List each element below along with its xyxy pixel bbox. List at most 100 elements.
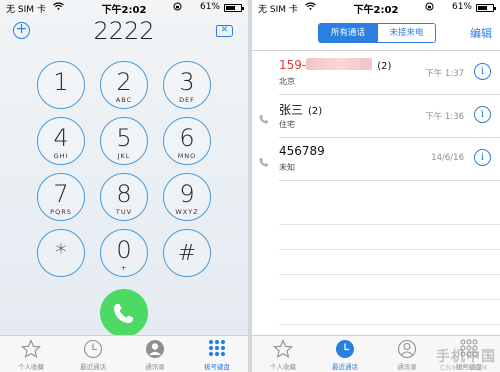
empty-row-line	[279, 324, 500, 325]
tab-bar: 个人收藏 最近通话 通讯录 拨号键盘	[0, 335, 248, 372]
call-name: 张三 (2)	[279, 101, 322, 118]
tab-label: 最近通话	[332, 363, 358, 371]
key-2[interactable]: 2 ABC	[100, 61, 148, 109]
status-bar: 无 SIM 卡 下午2:02 61%	[0, 0, 248, 16]
nav-divider	[252, 50, 500, 51]
outgoing-call-icon	[259, 114, 270, 125]
battery-icon	[224, 4, 244, 12]
call-row[interactable]: 159- (2) 北京 下午 1:37 i	[252, 52, 500, 95]
info-button[interactable]: i	[474, 149, 491, 166]
clock-icon	[83, 339, 103, 359]
call-label: 未知	[279, 163, 295, 172]
dialer-screen: 无 SIM 卡 下午2:02 61% + 2222 ✕ 1 2 ABC 3 DEF …	[0, 0, 248, 372]
key-digit: 1	[53, 68, 69, 96]
delete-digit-button[interactable]: ✕	[216, 25, 233, 37]
key-letters: PQRS	[50, 208, 72, 216]
key-digit: 2	[116, 68, 132, 96]
tab-label: 通讯录	[145, 363, 165, 371]
empty-row-line	[279, 224, 500, 225]
key-8[interactable]: 8 TUV	[100, 173, 148, 221]
key-0[interactable]: 0 +	[100, 229, 148, 277]
phone-icon	[114, 304, 133, 323]
tab-contacts[interactable]: 通讯录	[376, 336, 438, 372]
key-digit: 9	[179, 180, 195, 208]
key-digit: 4	[53, 124, 69, 152]
info-button[interactable]: i	[474, 106, 491, 123]
tab-label: 最近通话	[80, 363, 106, 371]
watermark-logo: 手机中国	[436, 349, 496, 365]
contacts-icon	[397, 339, 417, 359]
tab-label: 拨号键盘	[204, 363, 230, 371]
rotation-lock-icon	[173, 2, 182, 13]
key-letters: GHI	[53, 152, 69, 160]
add-contact-button[interactable]: +	[13, 22, 30, 39]
key-letters: MNO	[177, 152, 197, 160]
key-digit: #	[177, 241, 197, 266]
edit-button[interactable]: 编辑	[470, 25, 492, 41]
tab-favorites[interactable]: 个人收藏	[252, 336, 314, 372]
call-count: (2)	[308, 106, 323, 117]
call-row[interactable]: 张三 (2) 住宅 下午 1:36 i	[252, 95, 500, 138]
call-time: 下午 1:36	[425, 112, 464, 122]
key-letters: DEF	[179, 96, 195, 104]
key-6[interactable]: 6 MNO	[163, 117, 211, 165]
key-4[interactable]: 4 GHI	[37, 117, 85, 165]
key-digit: 0	[116, 236, 132, 264]
star-icon	[21, 339, 41, 359]
call-label: 北京	[279, 77, 295, 86]
battery-icon	[476, 4, 496, 12]
tab-keypad[interactable]: 拨号键盘	[186, 336, 248, 372]
recents-screen: 无 SIM 卡 下午2:02 61% 所有通话 未接来电 编辑 159- (2) …	[252, 0, 500, 372]
battery-percent: 61%	[451, 2, 472, 12]
call-row[interactable]: 456789 未知 14/6/16 i	[252, 138, 500, 181]
key-5[interactable]: 5 JKL	[100, 117, 148, 165]
watermark-url: CNMO.COM	[439, 364, 488, 372]
contacts-icon	[146, 340, 164, 358]
key-digit: 7	[53, 180, 69, 208]
key-digit: 3	[179, 68, 195, 96]
key-1[interactable]: 1	[37, 61, 85, 109]
segment-all-calls[interactable]: 所有通话	[319, 24, 377, 42]
tab-recents[interactable]: 最近通话	[314, 336, 376, 372]
key-digit: 6	[179, 124, 195, 152]
key-letters: ABC	[115, 96, 133, 104]
tab-label: 个人收藏	[270, 363, 296, 371]
call-number: 159-	[279, 58, 307, 72]
tab-favorites[interactable]: 个人收藏	[0, 336, 62, 372]
battery-percent: 61%	[199, 2, 220, 12]
key-letters: TUV	[115, 208, 133, 216]
keypad-icon	[208, 339, 226, 357]
call-button[interactable]	[100, 289, 148, 337]
call-label: 住宅	[279, 120, 295, 129]
segment-missed-calls[interactable]: 未接来电	[377, 24, 435, 42]
key-star[interactable]: *	[37, 229, 85, 277]
dialed-number: 2222	[93, 17, 155, 45]
tab-recents[interactable]: 最近通话	[62, 336, 124, 372]
row-separator	[279, 180, 500, 181]
redacted-digits	[306, 58, 373, 70]
clock-icon	[336, 340, 354, 358]
empty-row-line	[279, 249, 500, 250]
key-7[interactable]: 7 PQRS	[37, 173, 85, 221]
info-button[interactable]: i	[474, 63, 491, 80]
call-filter-segmented-control: 所有通话 未接来电	[318, 23, 436, 43]
call-time: 14/6/16	[431, 153, 464, 163]
call-count: (2)	[377, 61, 392, 72]
key-3[interactable]: 3 DEF	[163, 61, 211, 109]
call-name: 159- (2)	[279, 58, 391, 72]
outgoing-call-icon	[259, 157, 270, 168]
key-digit: 8	[116, 180, 132, 208]
key-digit: *	[55, 241, 67, 266]
tab-label: 个人收藏	[18, 363, 44, 371]
key-letters: +	[120, 264, 128, 272]
tab-contacts[interactable]: 通讯录	[124, 336, 186, 372]
call-time: 下午 1:37	[425, 69, 464, 79]
key-digit: 5	[116, 124, 132, 152]
key-9[interactable]: 9 WXYZ	[163, 173, 211, 221]
key-letters: JKL	[117, 152, 131, 160]
call-name: 456789	[279, 144, 330, 158]
status-bar: 无 SIM 卡 下午2:02 61%	[252, 0, 500, 16]
key-hash[interactable]: #	[163, 229, 211, 277]
star-icon	[273, 339, 293, 359]
key-letters: WXYZ	[175, 208, 199, 216]
